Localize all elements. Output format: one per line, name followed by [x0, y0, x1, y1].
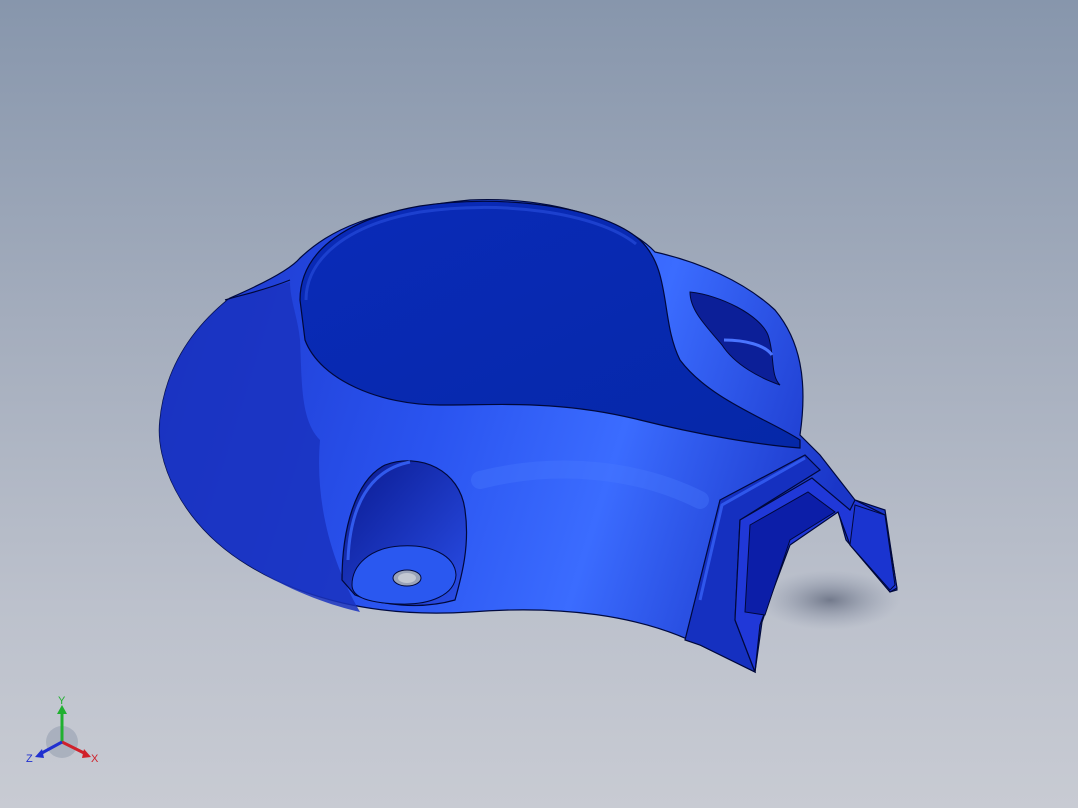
z-axis-arrow-icon: [35, 749, 44, 758]
axis-triad[interactable]: Y X Z: [22, 694, 106, 770]
model-view[interactable]: [0, 0, 1078, 808]
bolt-hole-inner: [398, 573, 416, 583]
y-axis-label: Y: [58, 695, 66, 707]
z-axis-label: Z: [26, 753, 33, 765]
graphics-viewport[interactable]: Y X Z: [0, 0, 1078, 808]
x-axis-label: X: [91, 753, 99, 765]
x-axis-arrow-icon: [82, 749, 91, 758]
